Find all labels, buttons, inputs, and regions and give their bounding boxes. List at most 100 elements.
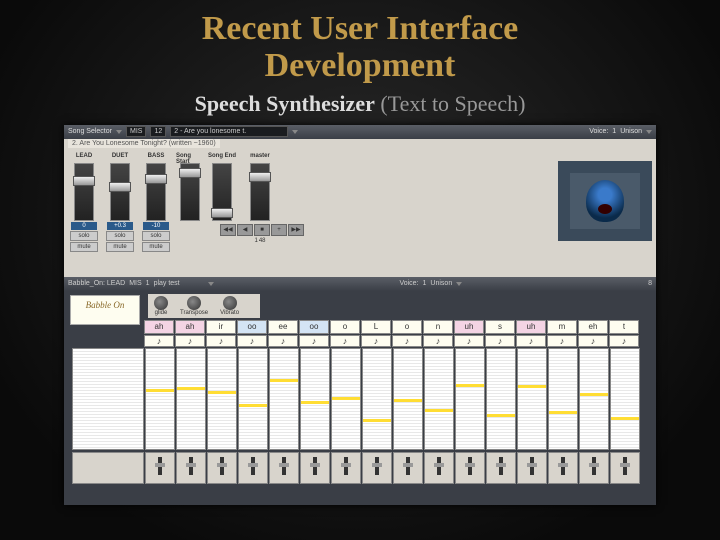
num-box[interactable]: 12 xyxy=(150,126,166,137)
phoneme-cell[interactable]: ir xyxy=(206,320,236,334)
mixer-value[interactable]: 0 xyxy=(71,222,97,230)
step-slider[interactable] xyxy=(269,452,299,484)
step-slider[interactable] xyxy=(207,452,237,484)
note-cell[interactable]: ♪ xyxy=(330,335,360,347)
step-slider[interactable] xyxy=(517,452,547,484)
mixer-fader[interactable] xyxy=(74,163,94,221)
step-slider[interactable] xyxy=(610,452,640,484)
piano-step[interactable] xyxy=(176,348,206,450)
step-slider[interactable] xyxy=(548,452,578,484)
phoneme-cell[interactable]: o xyxy=(392,320,422,334)
piano-step[interactable] xyxy=(362,348,392,450)
piano-step[interactable] xyxy=(331,348,361,450)
step-slider[interactable] xyxy=(300,452,330,484)
note-cell[interactable]: ♪ xyxy=(423,335,453,347)
mixer-value[interactable]: -10 xyxy=(143,222,169,230)
mid-mis[interactable]: MIS xyxy=(129,280,141,287)
dropdown-icon[interactable] xyxy=(116,130,122,134)
note-cell[interactable]: ♪ xyxy=(516,335,546,347)
phoneme-cell[interactable]: t xyxy=(609,320,639,334)
phoneme-cell[interactable]: o xyxy=(330,320,360,334)
step-slider[interactable] xyxy=(331,452,361,484)
mixer-fader[interactable] xyxy=(146,163,166,221)
note-cell[interactable]: ♪ xyxy=(547,335,577,347)
barlen-box[interactable]: 48 xyxy=(259,238,266,244)
param-knob[interactable]: Vibrato xyxy=(220,296,239,316)
piano-step[interactable] xyxy=(393,348,423,450)
step-slider[interactable] xyxy=(176,452,206,484)
param-knob[interactable]: Transpose xyxy=(180,296,208,316)
note-cell[interactable]: ♪ xyxy=(206,335,236,347)
piano-step[interactable] xyxy=(300,348,330,450)
step-slider[interactable] xyxy=(393,452,423,484)
phoneme-cell[interactable]: ah xyxy=(144,320,174,334)
note-cell[interactable]: ♪ xyxy=(485,335,515,347)
step-slider[interactable] xyxy=(362,452,392,484)
piano-step[interactable] xyxy=(424,348,454,450)
piano-step[interactable] xyxy=(486,348,516,450)
phoneme-cell[interactable]: ah xyxy=(175,320,205,334)
phoneme-cell[interactable]: eh xyxy=(578,320,608,334)
phoneme-cell[interactable]: s xyxy=(485,320,515,334)
mixer-fader[interactable] xyxy=(110,163,130,221)
piano-step[interactable] xyxy=(207,348,237,450)
note-cell[interactable]: ♪ xyxy=(237,335,267,347)
note-cell[interactable]: ♪ xyxy=(609,335,639,347)
piano-step[interactable] xyxy=(548,348,578,450)
piano-step[interactable] xyxy=(610,348,640,450)
solo-button[interactable]: solo xyxy=(70,231,98,241)
mid-song[interactable]: play test xyxy=(154,280,204,287)
mute-button[interactable]: mute xyxy=(106,242,134,252)
note-cell[interactable]: ♪ xyxy=(392,335,422,347)
phoneme-cell[interactable]: oo xyxy=(237,320,267,334)
step-slider[interactable] xyxy=(424,452,454,484)
mid-num[interactable]: 1 xyxy=(146,280,150,287)
phoneme-cell[interactable]: uh xyxy=(516,320,546,334)
master-fader[interactable] xyxy=(250,163,270,221)
phoneme-cell[interactable]: m xyxy=(547,320,577,334)
mixer-value[interactable]: +0.3 xyxy=(107,222,133,230)
transport-button[interactable]: ■ xyxy=(254,224,270,236)
note-cell[interactable]: ♪ xyxy=(299,335,329,347)
solo-button[interactable]: solo xyxy=(106,231,134,241)
mute-button[interactable]: mute xyxy=(142,242,170,252)
mid-unison[interactable]: Unison xyxy=(430,280,452,287)
piano-step[interactable] xyxy=(579,348,609,450)
mis-box[interactable]: MIS xyxy=(126,126,146,137)
note-cell[interactable]: ♪ xyxy=(361,335,391,347)
phoneme-cell[interactable]: uh xyxy=(454,320,484,334)
mid-voice[interactable]: 1 xyxy=(423,280,427,287)
song-box[interactable]: 2 - Are you lonesome t. xyxy=(170,126,288,137)
piano-step[interactable] xyxy=(269,348,299,450)
step-slider[interactable] xyxy=(145,452,175,484)
playing-box[interactable]: 1 xyxy=(254,238,257,244)
note-cell[interactable]: ♪ xyxy=(268,335,298,347)
transport-button[interactable]: ◀◀ xyxy=(220,224,236,236)
mute-button[interactable]: mute xyxy=(70,242,98,252)
solo-button[interactable]: solo xyxy=(142,231,170,241)
piano-step[interactable] xyxy=(145,348,175,450)
note-cell[interactable]: ♪ xyxy=(454,335,484,347)
dropdown-icon[interactable] xyxy=(208,282,214,286)
phoneme-cell[interactable]: ee xyxy=(268,320,298,334)
songstart-fader[interactable] xyxy=(180,163,200,221)
step-slider[interactable] xyxy=(455,452,485,484)
step-slider[interactable] xyxy=(579,452,609,484)
piano-key-column[interactable] xyxy=(72,348,144,450)
step-slider[interactable] xyxy=(238,452,268,484)
transport-button[interactable]: ◀ xyxy=(237,224,253,236)
phoneme-cell[interactable]: L xyxy=(361,320,391,334)
phoneme-cell[interactable]: oo xyxy=(299,320,329,334)
piano-step[interactable] xyxy=(455,348,485,450)
voice-num[interactable]: 1 xyxy=(612,128,616,135)
piano-step[interactable] xyxy=(517,348,547,450)
phoneme-cell[interactable]: n xyxy=(423,320,453,334)
note-cell[interactable]: ♪ xyxy=(578,335,608,347)
piano-step[interactable] xyxy=(238,348,268,450)
mid-right[interactable]: 8 xyxy=(648,280,652,287)
note-cell[interactable]: ♪ xyxy=(175,335,205,347)
param-knob[interactable]: glide xyxy=(154,296,168,316)
dropdown-icon[interactable] xyxy=(646,130,652,134)
unison-label[interactable]: Unison xyxy=(620,128,642,135)
dropdown-icon[interactable] xyxy=(292,130,298,134)
